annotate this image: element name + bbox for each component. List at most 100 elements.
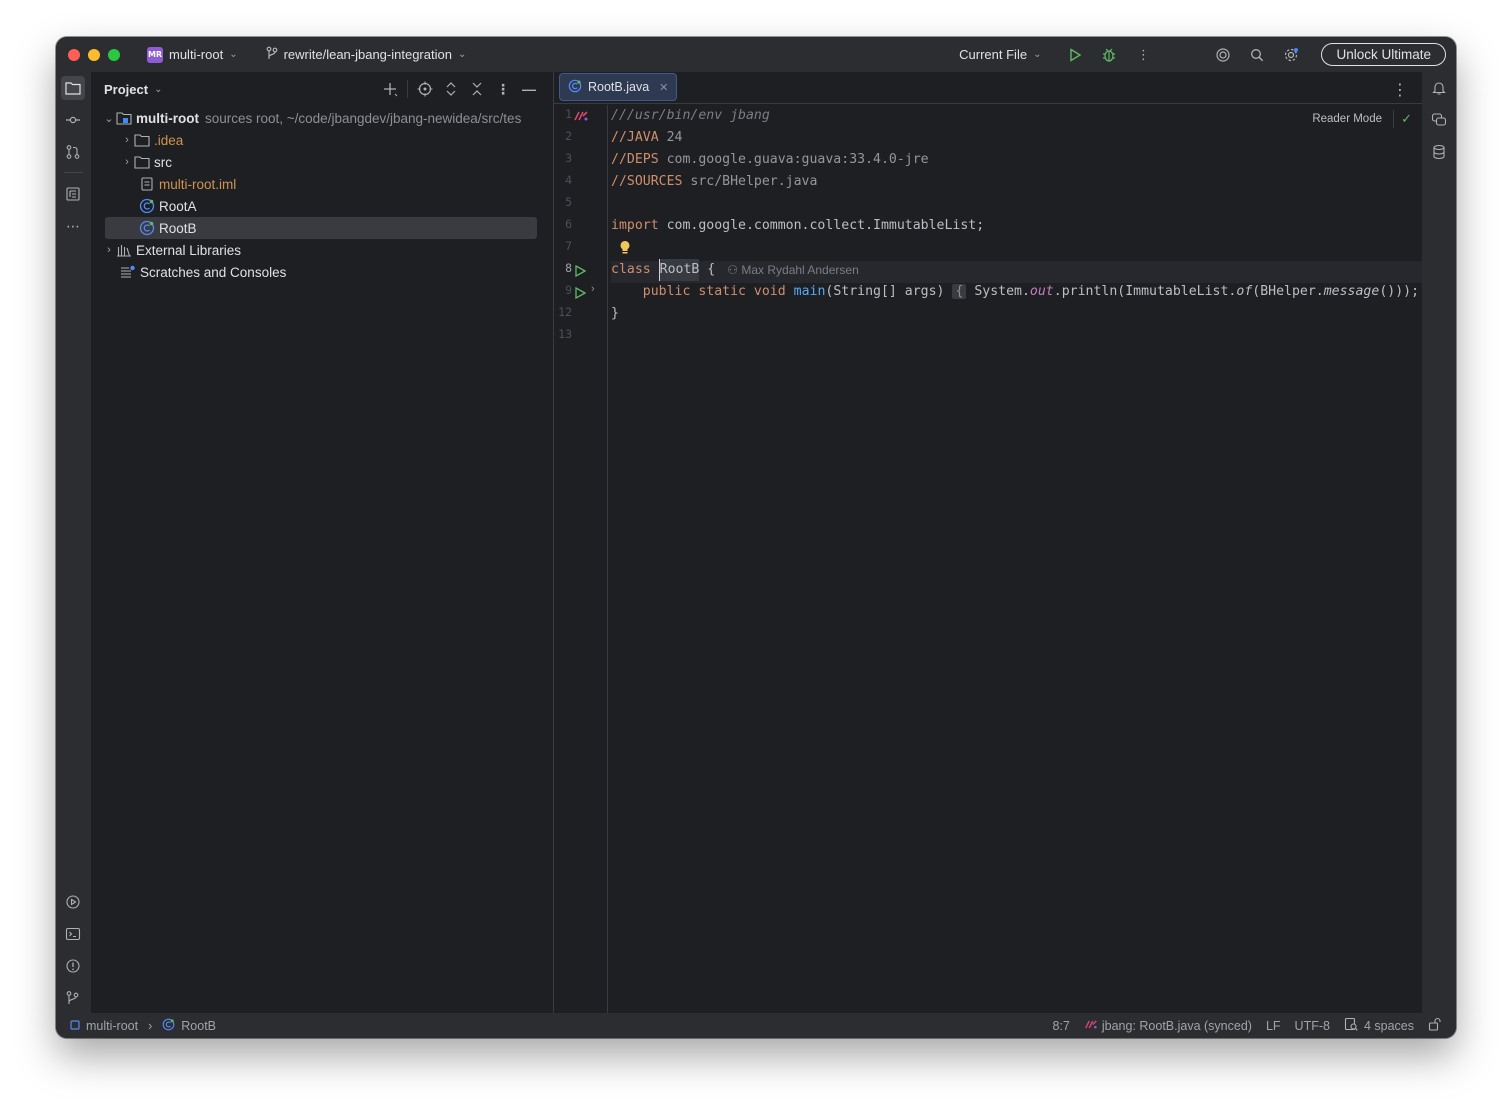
tree-item-src[interactable]: › src xyxy=(92,151,550,173)
structure-icon[interactable] xyxy=(61,182,85,206)
chevron-right-icon[interactable]: › xyxy=(120,156,134,168)
git-branch-icon xyxy=(266,46,278,63)
commit-icon[interactable] xyxy=(61,108,85,132)
module-folder-icon xyxy=(116,110,132,126)
line-number: 3 xyxy=(565,151,572,165)
fold-placeholder[interactable]: { xyxy=(952,284,967,299)
jbang-icon xyxy=(1084,1019,1098,1033)
project-badge: MR xyxy=(147,46,163,63)
options-icon[interactable]: ⋮ xyxy=(490,81,516,98)
run-gutter-icon[interactable] xyxy=(574,286,587,304)
tree-item-external-libraries[interactable]: › External Libraries xyxy=(92,239,550,261)
right-tool-strip xyxy=(1422,72,1456,1013)
database-icon[interactable] xyxy=(1427,140,1451,164)
tab-options-icon[interactable]: ⋮ xyxy=(1392,80,1408,100)
expand-all-icon[interactable] xyxy=(438,81,464,97)
project-tool-window: Project ⌄ ⋮ — ⌄ multi-root sources root,… xyxy=(91,72,551,1013)
code-line: public static void main(String[] args) {… xyxy=(611,281,1441,303)
line-number: 9 xyxy=(565,283,572,297)
minimize-window-button[interactable] xyxy=(88,48,100,61)
user-icon: ⚇ xyxy=(727,263,742,277)
chevron-right-icon[interactable]: › xyxy=(120,134,134,146)
code-editor[interactable]: ///usr/bin/env jbang //JAVA 24 //DEPS co… xyxy=(611,105,1441,1013)
chevron-down-icon: ⌄ xyxy=(457,49,467,60)
line-number: 6 xyxy=(565,217,572,231)
zoom-window-button[interactable] xyxy=(108,48,120,61)
tree-item-scratches[interactable]: Scratches and Consoles xyxy=(92,261,550,283)
left-tool-strip: ⋯ xyxy=(56,72,91,1013)
code-line: } xyxy=(611,306,619,321)
breadcrumb-file[interactable]: RootB xyxy=(181,1019,216,1033)
line-number: 7 xyxy=(565,239,572,253)
pull-requests-icon[interactable] xyxy=(61,140,85,164)
collapse-all-icon[interactable] xyxy=(464,81,490,97)
tree-item-path: sources root, ~/code/jbangdev/jbang-newi… xyxy=(205,110,522,126)
run-config-selector[interactable]: Current File ⌄ xyxy=(959,47,1041,62)
notifications-bell-icon[interactable] xyxy=(1427,76,1451,100)
lightbulb-icon[interactable] xyxy=(619,240,631,260)
new-file-icon[interactable] xyxy=(377,81,403,97)
chevron-right-icon[interactable]: › xyxy=(102,244,116,256)
line-separator[interactable]: LF xyxy=(1266,1019,1281,1033)
indent-setting[interactable]: 4 spaces xyxy=(1344,1017,1414,1034)
branch-widget[interactable]: rewrite/lean-jbang-integration ⌄ xyxy=(266,46,467,63)
code-line: class RootB { ⚇ Max Rydahl Andersen xyxy=(611,259,859,281)
project-name: multi-root xyxy=(169,47,224,62)
author-inlay[interactable]: ⚇ Max Rydahl Andersen xyxy=(727,259,859,281)
locate-file-icon[interactable] xyxy=(412,81,438,97)
more-tools-icon[interactable]: ⋯ xyxy=(61,214,85,238)
caret-position[interactable]: 8:7 xyxy=(1052,1019,1069,1033)
tab-label: RootB.java xyxy=(588,80,650,94)
code-line: //SOURCES src/BHelper.java xyxy=(611,174,818,189)
git-icon[interactable] xyxy=(61,986,85,1010)
branch-name: rewrite/lean-jbang-integration xyxy=(283,47,452,62)
chevron-down-icon[interactable]: ⌄ xyxy=(102,112,116,125)
tree-item-idea[interactable]: › .idea xyxy=(92,129,550,151)
tree-item-label: multi-root.iml xyxy=(159,176,237,192)
project-widget[interactable]: MR multi-root ⌄ xyxy=(147,46,238,63)
run-icon[interactable] xyxy=(1065,45,1085,65)
tab-rootb-java[interactable]: RootB.java ✕ xyxy=(559,73,678,101)
line-number: 8 xyxy=(565,261,572,275)
read-only-lock-icon[interactable] xyxy=(1428,1017,1442,1034)
close-icon[interactable]: ✕ xyxy=(659,81,668,94)
project-panel-title[interactable]: Project xyxy=(104,82,148,97)
status-bar: multi-root › RootB 8:7 jbang: RootB.java… xyxy=(56,1013,1456,1038)
tree-item-multi-root[interactable]: ⌄ multi-root sources root, ~/code/jbangd… xyxy=(92,107,550,129)
scratches-icon xyxy=(120,264,136,280)
tree-item-label: External Libraries xyxy=(136,242,242,258)
file-encoding[interactable]: UTF-8 xyxy=(1295,1019,1330,1033)
hide-panel-icon[interactable]: — xyxy=(516,81,542,97)
problems-icon[interactable] xyxy=(61,954,85,978)
run-gutter-icon[interactable] xyxy=(574,264,587,282)
debug-icon[interactable] xyxy=(1099,45,1119,65)
code-line: import com.google.common.collect.Immutab… xyxy=(611,218,985,233)
terminal-icon[interactable] xyxy=(61,922,85,946)
java-class-icon xyxy=(162,1018,175,1034)
tree-item-rootb[interactable]: RootB xyxy=(105,217,537,239)
java-class-icon xyxy=(139,198,155,214)
iml-file-icon xyxy=(139,176,155,192)
editor-gutter: 1 2 3 4 5 6 7 8 9 › 12 13 xyxy=(554,105,608,1013)
jbang-status[interactable]: jbang: RootB.java (synced) xyxy=(1084,1019,1252,1033)
tree-item-roota[interactable]: RootA xyxy=(92,195,550,217)
settings-gear-icon[interactable] xyxy=(1281,45,1301,65)
search-icon[interactable] xyxy=(1247,45,1267,65)
project-tree: ⌄ multi-root sources root, ~/code/jbangd… xyxy=(92,107,550,283)
fold-expand-icon[interactable]: › xyxy=(591,283,595,295)
tree-item-label: Scratches and Consoles xyxy=(140,264,287,280)
title-bar: MR multi-root ⌄ rewrite/lean-jbang-integ… xyxy=(56,37,1456,72)
close-window-button[interactable] xyxy=(68,48,80,61)
line-number: 13 xyxy=(558,327,572,341)
chevron-right-icon: › xyxy=(148,1018,153,1033)
tree-item-label: RootB xyxy=(159,220,197,236)
ai-assistant-icon[interactable] xyxy=(1213,45,1233,65)
services-icon[interactable] xyxy=(61,890,85,914)
more-actions-icon[interactable]: ⋮ xyxy=(1133,45,1153,65)
ai-chat-icon[interactable] xyxy=(1427,108,1451,132)
project-tool-folder-icon[interactable] xyxy=(61,76,85,100)
tree-item-iml[interactable]: multi-root.iml xyxy=(92,173,550,195)
chevron-down-icon[interactable]: ⌄ xyxy=(154,84,162,95)
breadcrumb-project[interactable]: multi-root xyxy=(86,1019,138,1033)
unlock-ultimate-button[interactable]: Unlock Ultimate xyxy=(1321,43,1446,66)
